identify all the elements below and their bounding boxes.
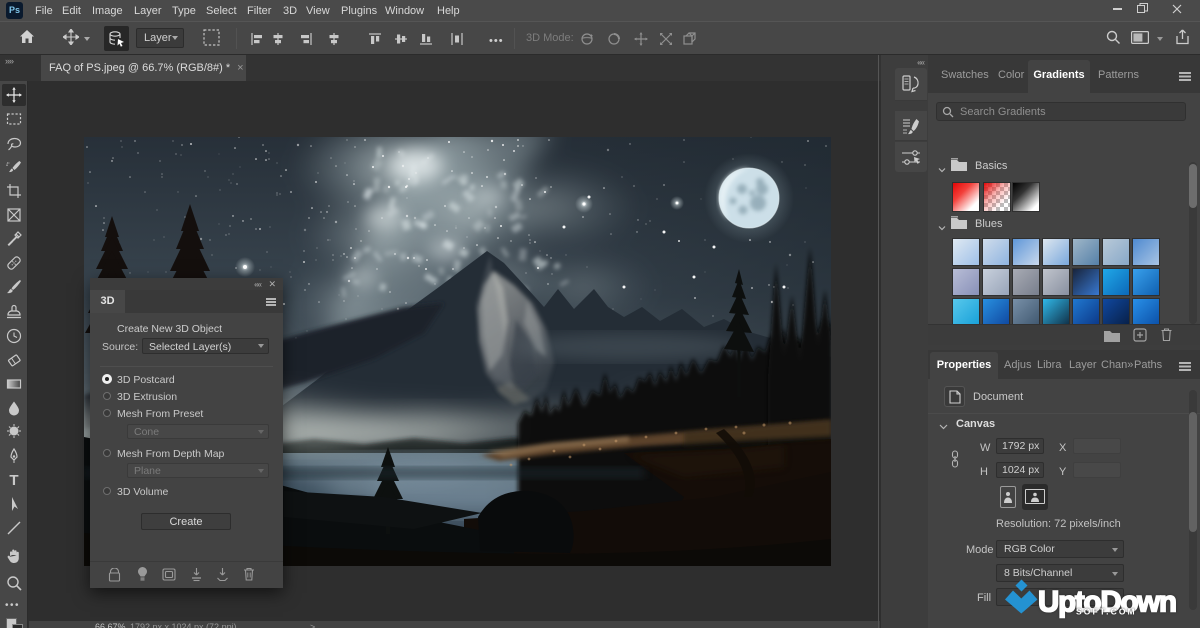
svg-text:T: T [9, 472, 18, 489]
svg-text:SOFT.COM: SOFT.COM [1076, 607, 1137, 617]
